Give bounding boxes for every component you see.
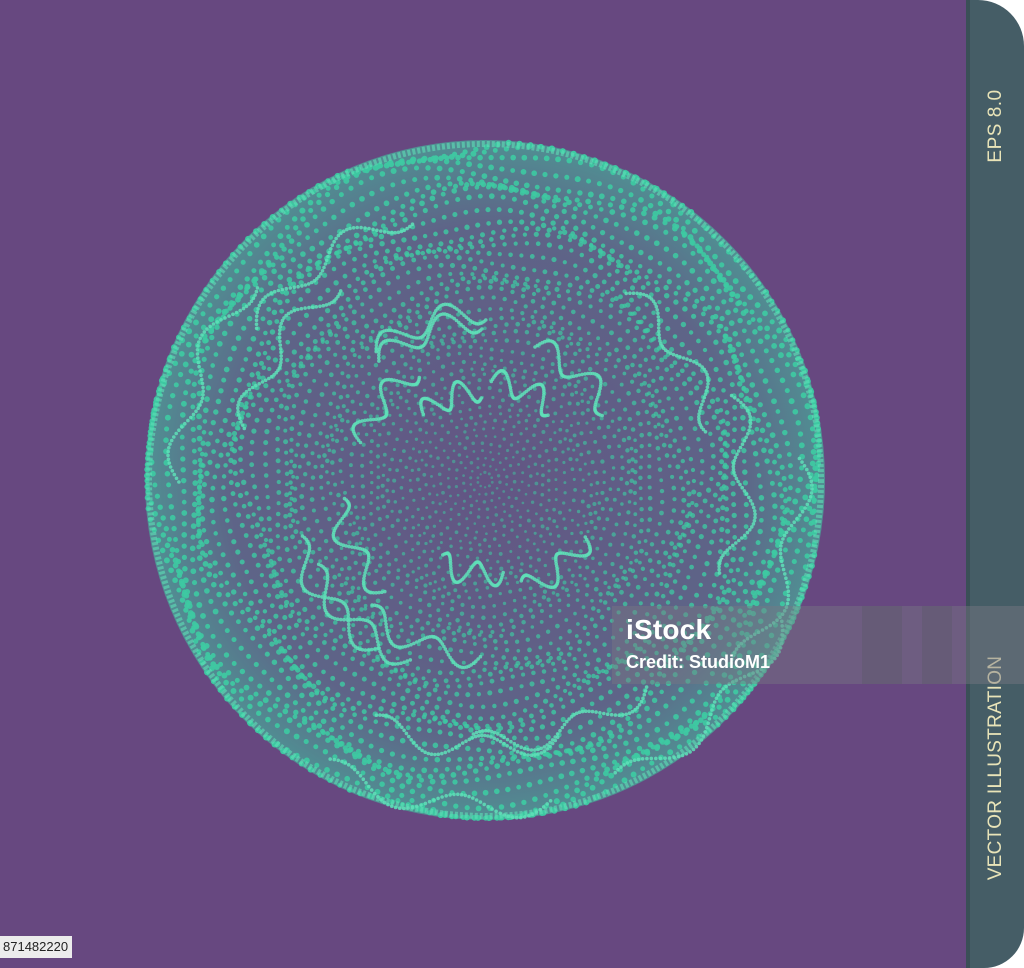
format-label: EPS 8.0	[985, 89, 1006, 163]
vector-illustration-label: VECTOR ILLUSTRATION	[985, 655, 1006, 881]
credit-text: Credit: StudioM1	[626, 652, 770, 672]
istock-logo: iStock	[626, 614, 712, 645]
stock-id: 871482220	[0, 936, 73, 958]
dotted-sphere-illustration	[144, 139, 825, 822]
stock-image: EPS 8.0 VECTOR ILLUSTRATION iStock Credi…	[0, 0, 1024, 968]
side-tab-edge	[966, 0, 970, 968]
